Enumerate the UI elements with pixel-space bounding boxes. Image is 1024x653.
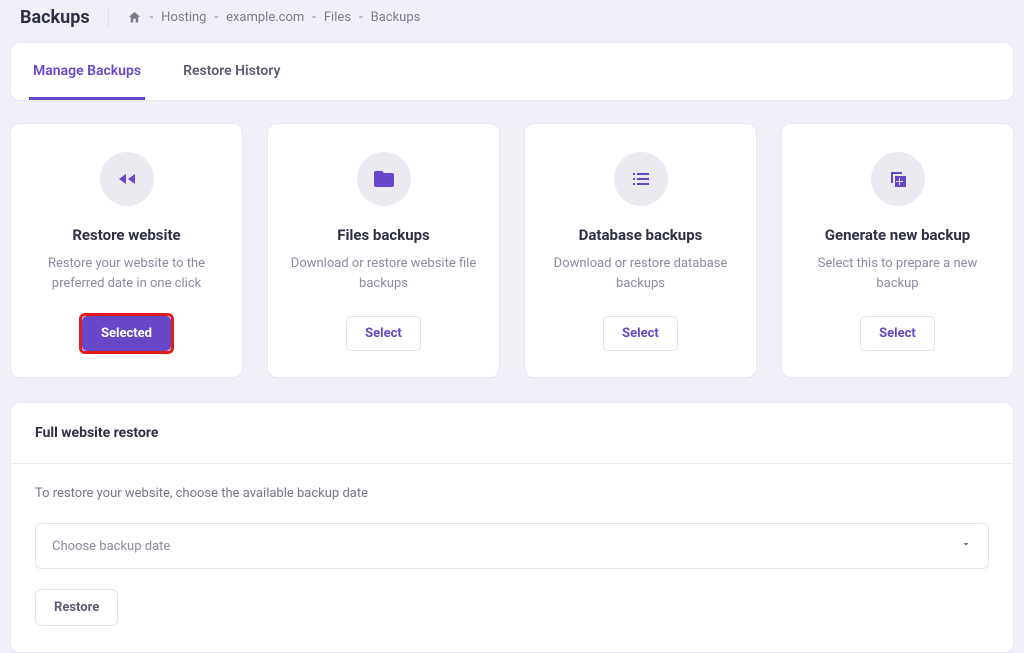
- card-title: Files backups: [337, 226, 430, 244]
- card-files-backups: Files backups Download or restore websit…: [267, 123, 500, 378]
- page-title: Backups: [20, 7, 90, 28]
- select-button[interactable]: Select: [860, 316, 935, 351]
- restore-button[interactable]: Restore: [35, 589, 118, 626]
- breadcrumb-sep: -: [312, 10, 316, 25]
- card-desc: Download or restore website file backups: [286, 254, 481, 294]
- card-generate-backup: Generate new backup Select this to prepa…: [781, 123, 1014, 378]
- breadcrumb-item[interactable]: Files: [324, 10, 351, 25]
- breadcrumb-sep: -: [150, 10, 154, 25]
- list-icon: [614, 152, 668, 206]
- tab-restore-history[interactable]: Restore History: [179, 43, 284, 100]
- breadcrumb-item[interactable]: example.com: [226, 10, 304, 25]
- card-title: Restore website: [72, 226, 180, 244]
- select-button[interactable]: Select: [346, 316, 421, 351]
- backup-date-placeholder: Choose backup date: [52, 539, 170, 554]
- restore-instruction: To restore your website, choose the avai…: [35, 486, 989, 501]
- cards-row: Restore website Restore your website to …: [10, 123, 1014, 378]
- card-title: Database backups: [579, 226, 703, 244]
- folder-icon: [357, 152, 411, 206]
- card-desc: Restore your website to the preferred da…: [29, 254, 224, 294]
- restore-panel-title: Full website restore: [11, 403, 1013, 464]
- backup-date-select[interactable]: Choose backup date: [35, 523, 989, 569]
- breadcrumb-sep: -: [359, 10, 363, 25]
- card-restore-website: Restore website Restore your website to …: [10, 123, 243, 378]
- header-divider: [108, 6, 109, 28]
- card-desc: Select this to prepare a new backup: [800, 254, 995, 294]
- chevron-down-icon: [960, 538, 972, 554]
- card-database-backups: Database backups Download or restore dat…: [524, 123, 757, 378]
- add-icon: [871, 152, 925, 206]
- select-button[interactable]: Select: [603, 316, 678, 351]
- tab-manage-backups[interactable]: Manage Backups: [29, 43, 145, 100]
- breadcrumb-item[interactable]: Backups: [371, 10, 421, 25]
- home-icon[interactable]: [127, 10, 142, 25]
- card-desc: Download or restore database backups: [543, 254, 738, 294]
- restore-panel: Full website restore To restore your web…: [10, 402, 1014, 653]
- breadcrumb-sep: -: [214, 10, 218, 25]
- breadcrumb: - Hosting - example.com - Files - Backup…: [127, 10, 421, 25]
- card-title: Generate new backup: [825, 226, 970, 244]
- selected-button[interactable]: Selected: [82, 316, 171, 351]
- rewind-icon: [100, 152, 154, 206]
- page-header: Backups - Hosting - example.com - Files …: [10, 0, 1014, 42]
- selected-highlight: Selected: [82, 316, 171, 351]
- breadcrumb-item[interactable]: Hosting: [161, 10, 206, 25]
- tabs-container: Manage Backups Restore History: [10, 42, 1014, 101]
